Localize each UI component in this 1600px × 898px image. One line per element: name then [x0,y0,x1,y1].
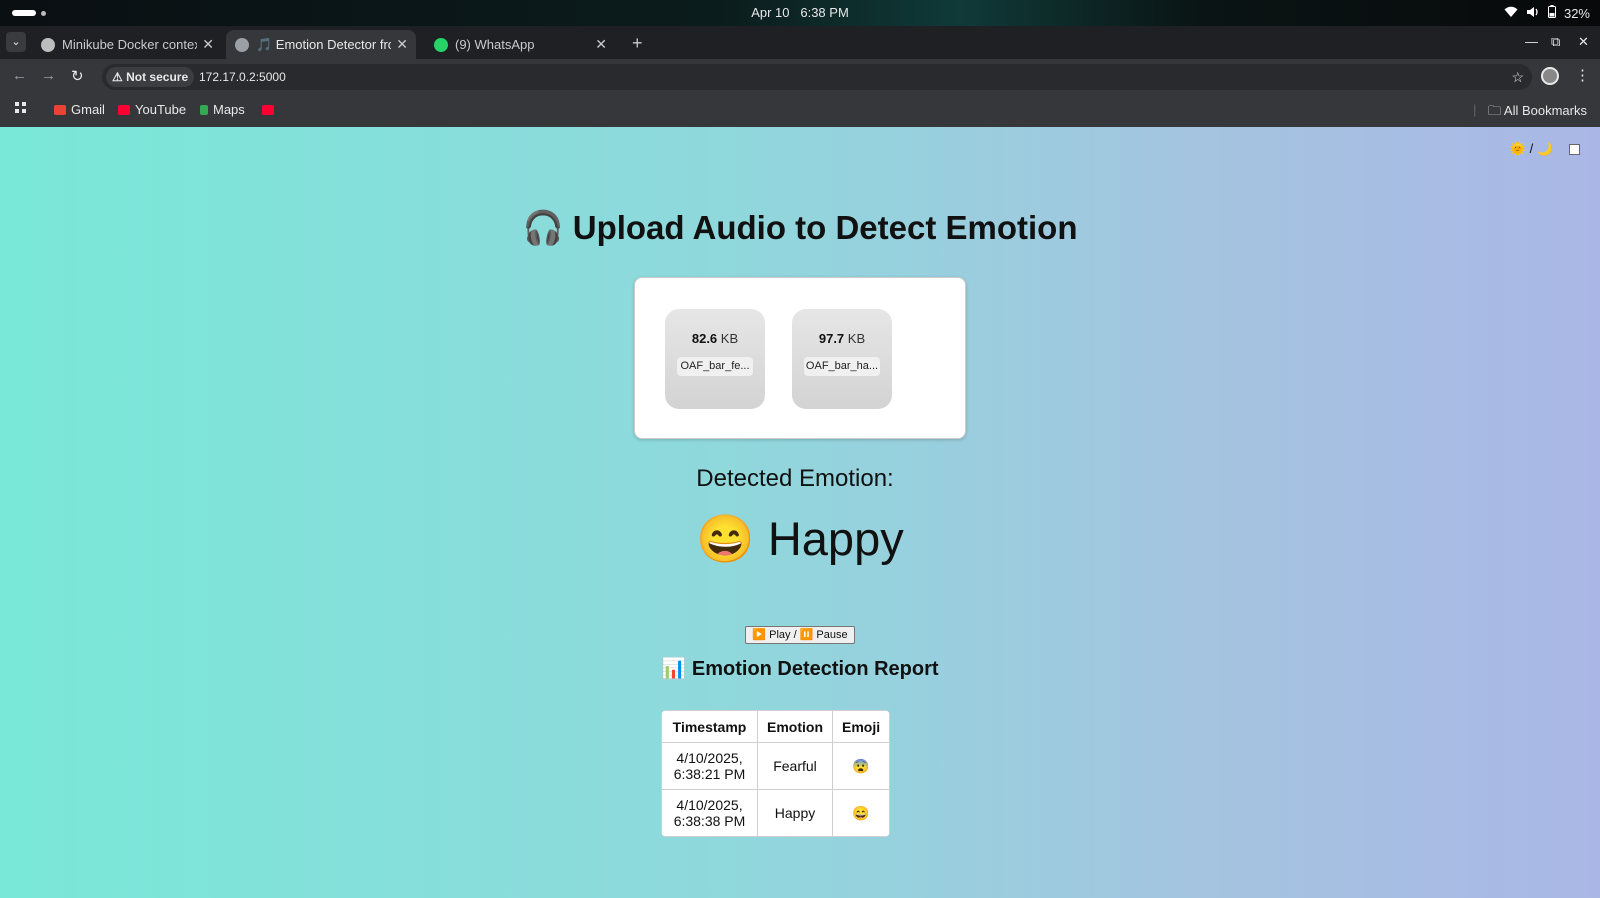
battery-icon [1547,5,1556,21]
file-size: 82.6 KB [665,331,765,346]
timestamp-date: 4/10/2025, [676,797,743,813]
file-size-unit: KB [847,331,866,346]
tab-title: 🎵 Emotion Detector from [256,37,391,52]
bookmark-maps[interactable]: Maps [200,102,245,117]
profile-avatar[interactable] [1541,67,1559,85]
cell-timestamp: 4/10/2025, 6:38:21 PM [661,742,758,790]
timestamp-time: 6:38:21 PM [673,766,746,782]
warning-icon: ⚠ [112,70,127,84]
tab-emotion-detector[interactable]: 🎵 Emotion Detector from ✕ [226,30,416,59]
cell-timestamp: 4/10/2025, 6:38:38 PM [661,789,758,837]
tab-minikube[interactable]: Minikube Docker context ✕ [32,30,222,59]
minimize-icon[interactable]: — [1525,34,1538,49]
play-pause-button[interactable]: ▶️ Play / ⏸️ Pause [745,626,855,644]
bookmark-label: Gmail [71,102,105,117]
tab-title: (9) WhatsApp [455,37,535,52]
browser-toolbar: ← → ↻ ⚠ Not secure 172.17.0.2:5000 ☆ ⋮ [0,59,1600,93]
tab-whatsapp[interactable]: (9) WhatsApp ✕ [425,30,615,59]
cell-emotion: Happy [757,789,833,837]
all-bookmarks-label: All Bookmarks [1503,103,1587,118]
cell-emotion: Fearful [757,742,833,790]
maps-pin-icon [200,105,208,115]
detected-emotion-value: 😄 Happy [696,512,904,565]
all-bookmarks-button[interactable]: 🗀 All Bookmarks [1488,102,1587,124]
tab-title: Minikube Docker context [62,37,197,52]
bookmark-youtube[interactable]: YouTube [118,102,186,117]
system-tray[interactable]: 32% [1504,5,1590,21]
close-window-icon[interactable]: ✕ [1578,34,1589,50]
report-title: 📊 Emotion Detection Report [661,658,939,680]
tab-search-button[interactable]: ⌄ [6,32,26,52]
timestamp-time: 6:38:38 PM [673,813,746,829]
whatsapp-icon [434,38,448,52]
gmail-icon [54,105,66,115]
tab-strip: ⌄ Minikube Docker context ✕ 🎵 Emotion De… [0,26,1600,59]
bookmarks-bar: Gmail YouTube Maps | 🗀 All Bookmarks [0,93,1600,127]
column-header-timestamp: Timestamp [661,710,758,743]
close-tab-icon[interactable]: ✕ [396,30,408,59]
clock-time[interactable]: 6:38 PM [800,5,848,20]
cell-emoji: 😨 [831,742,891,790]
apps-grid-icon[interactable] [15,102,27,117]
security-label: Not secure [126,70,189,84]
volume-icon [1526,6,1540,21]
bookmark-star-icon[interactable]: ☆ [1511,64,1524,90]
bookmark-gmail[interactable]: Gmail [54,102,105,117]
folder-icon: 🗀 [1488,103,1504,118]
page-content: 🌞 / 🌙 🎧 Upload Audio to Detect Emotion 8… [0,127,1600,898]
battery-percent: 32% [1563,5,1590,21]
url-text[interactable]: 172.17.0.2:5000 [199,64,286,90]
workspace-dot [41,11,46,16]
close-tab-icon[interactable]: ✕ [595,30,607,59]
upload-dropzone[interactable]: 82.6 KB OAF_bar_fe... 97.7 KB OAF_bar_ha… [634,277,966,439]
new-tab-button[interactable]: + [632,34,643,52]
wifi-icon [1504,6,1518,21]
tab-favicon-icon [41,38,55,52]
menu-dots-icon[interactable]: ⋮ [1575,66,1590,84]
file-size: 97.7 KB [792,331,892,346]
youtube-icon [262,105,274,115]
emotion-report-table: Timestamp Emotion Emoji 4/10/2025, 6:38:2… [661,710,891,837]
bookmark-youtube-2[interactable] [262,102,279,117]
youtube-icon [118,105,130,115]
detected-emotion-label: Detected Emotion: [696,465,894,492]
clock: Apr 10 6:38 PM [0,5,1600,20]
table-row: 4/10/2025, 6:38:21 PM Fearful 😨 [661,742,891,790]
theme-checkbox[interactable] [1569,143,1580,155]
table-row: 4/10/2025, 6:38:38 PM Happy 😄 [661,789,891,837]
close-tab-icon[interactable]: ✕ [202,30,214,59]
theme-toggle-label: 🌞 / 🌙 [1509,141,1553,156]
back-arrow-icon[interactable]: ← [12,67,27,84]
file-size-unit: KB [720,331,739,346]
security-chip[interactable]: ⚠ Not secure [106,67,195,87]
clock-date[interactable]: Apr 10 [751,5,789,20]
column-header-emoji: Emoji [831,710,891,743]
page-title: 🎧 Upload Audio to Detect Emotion [522,209,1078,246]
file-name: OAF_bar_ha... [804,357,880,376]
restore-icon[interactable]: ⧉ [1551,34,1560,50]
theme-toggle[interactable]: 🌞 / 🌙 [1510,141,1580,157]
address-bar[interactable]: ⚠ Not secure 172.17.0.2:5000 ☆ [102,64,1532,90]
file-size-value: 97.7 [818,331,845,346]
column-header-emotion: Emotion [757,710,833,743]
file-preview[interactable]: 82.6 KB OAF_bar_fe... [665,309,765,409]
table-header-row: Timestamp Emotion Emoji [661,710,891,743]
cell-emoji: 😄 [831,789,891,837]
activities-indicator[interactable] [12,10,36,16]
file-preview[interactable]: 97.7 KB OAF_bar_ha... [792,309,892,409]
tab-favicon-icon [235,38,249,52]
chevron-down-icon: ⌄ [11,36,21,48]
bookmark-label: YouTube [135,102,187,117]
file-name: OAF_bar_fe... [677,357,753,376]
bookmark-label: Maps [213,102,245,117]
file-size-value: 82.6 [691,331,718,346]
reload-icon[interactable]: ↻ [71,67,84,85]
timestamp-date: 4/10/2025, [676,750,743,766]
forward-arrow-icon[interactable]: → [41,67,56,84]
system-top-bar: Apr 10 6:38 PM 32% [0,0,1600,26]
bookmarks-divider: | [1473,102,1477,117]
